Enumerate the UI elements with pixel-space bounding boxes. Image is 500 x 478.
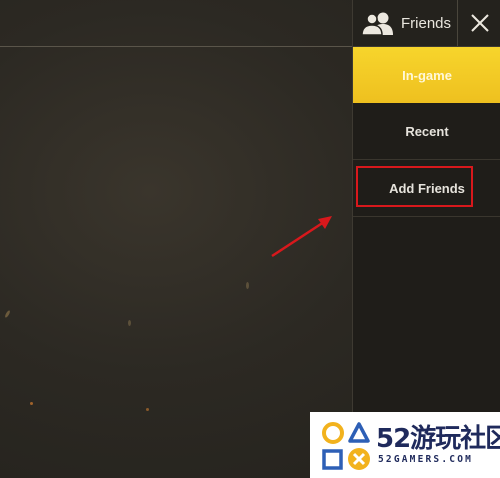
friends-title-label: Friends xyxy=(401,14,452,32)
tab-recent-label: Recent xyxy=(405,123,449,139)
ember-decoration xyxy=(30,402,33,405)
tab-in-game-label: In-game xyxy=(402,67,452,83)
highlight-annotation-box xyxy=(356,166,473,207)
friends-icon xyxy=(361,12,393,35)
ember-decoration xyxy=(128,320,131,326)
watermark-brand: 52游玩社区 xyxy=(376,424,500,454)
tab-recent[interactable]: Recent xyxy=(353,103,500,160)
friends-panel: Friends In-game Recent Add Friends xyxy=(352,0,500,478)
tab-in-game[interactable]: In-game xyxy=(353,47,500,103)
ember-decoration xyxy=(246,282,249,289)
friends-title: Friends xyxy=(361,0,459,46)
gamers-logo-icon xyxy=(322,422,370,470)
close-button[interactable] xyxy=(457,0,500,46)
friends-panel-header: Friends xyxy=(353,0,500,47)
ember-decoration xyxy=(4,309,11,319)
watermark-domain: 52GAMERS.COM xyxy=(378,454,474,465)
ember-decoration xyxy=(146,408,149,411)
divider xyxy=(0,46,352,47)
watermark: 52游玩社区 52GAMERS.COM xyxy=(310,412,500,478)
close-icon xyxy=(471,14,489,32)
annotation-arrow-icon xyxy=(271,216,332,258)
game-screen: Friends In-game Recent Add Friends 52游玩社… xyxy=(0,0,500,478)
